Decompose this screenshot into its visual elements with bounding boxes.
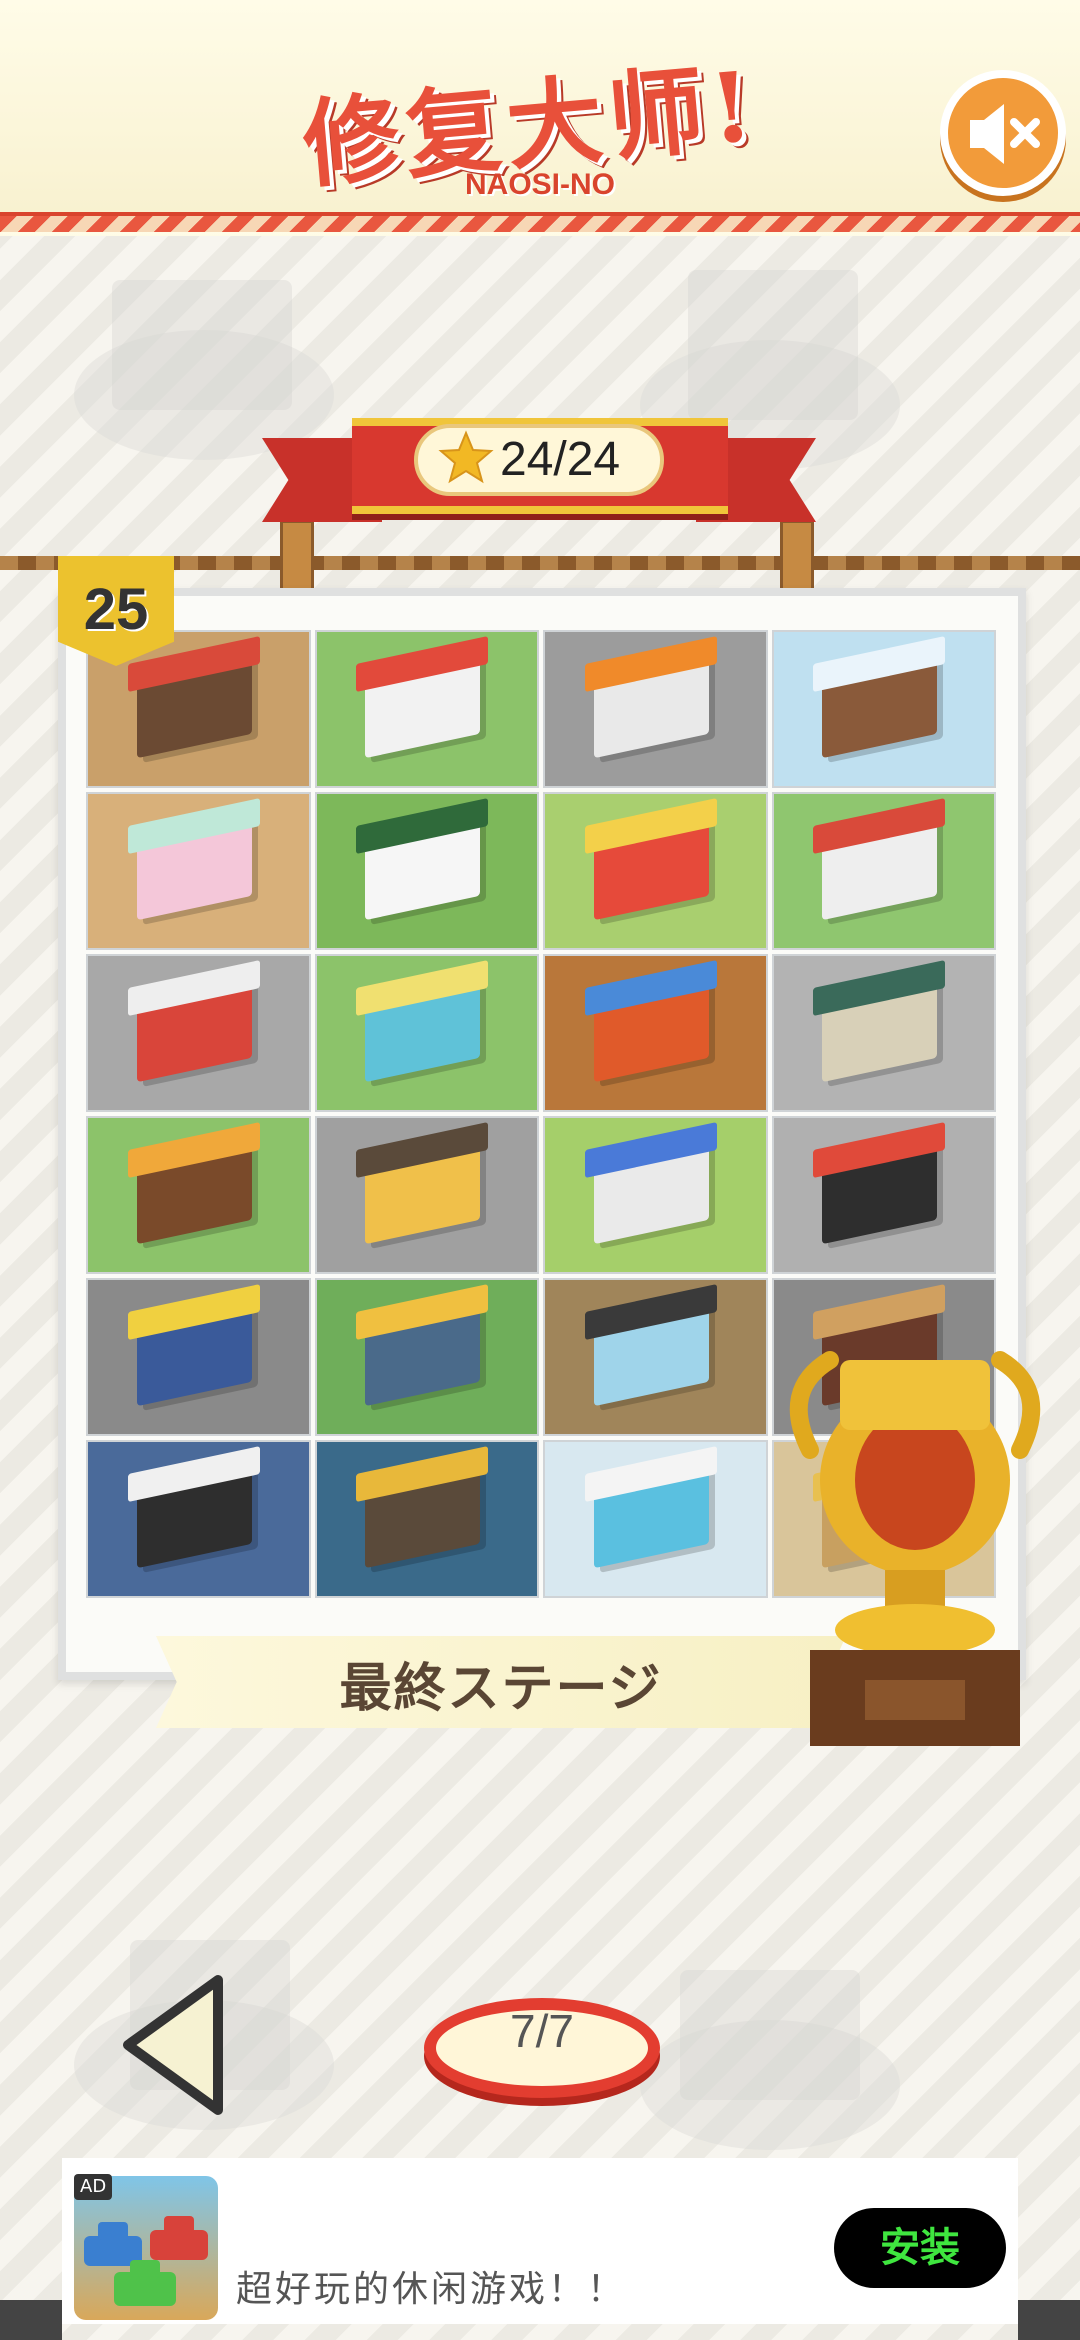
level-tile-claw-arcade[interactable]	[86, 792, 311, 950]
ghost-building	[112, 280, 292, 410]
trophy-icon	[789, 1351, 1041, 1746]
level-tile-pizza-bar[interactable]	[771, 1116, 996, 1274]
level-tile-cinema[interactable]	[86, 1440, 311, 1598]
level-tile-power-station[interactable]	[314, 954, 539, 1112]
level-tile-post-office[interactable]	[86, 954, 311, 1112]
level-tile-curry-shop[interactable]	[314, 1116, 539, 1274]
ad-side-bar-left	[0, 2300, 62, 2340]
star-count: 24/24	[500, 433, 621, 486]
star-icon	[438, 430, 494, 484]
level-tile-record-shop[interactable]	[314, 1440, 539, 1598]
game-subtitle: NAOSI-NO	[465, 168, 615, 201]
level-tile-log-house[interactable]	[86, 1116, 311, 1274]
level-tile-pool-park[interactable]	[543, 1440, 768, 1598]
page-number: 7/7	[510, 2005, 574, 2057]
ghost-building	[680, 1970, 860, 2100]
level-tile-burger-shop[interactable]	[314, 630, 539, 788]
level-number: 25	[83, 577, 149, 642]
level-tile-ice-cream-shop[interactable]	[771, 792, 996, 950]
install-button[interactable]: 安装	[834, 2208, 1006, 2288]
ad-badge: AD	[74, 2174, 113, 2200]
sound-toggle-button[interactable]	[940, 70, 1066, 196]
level-tile-night-market[interactable]	[543, 954, 768, 1112]
level-tile-convenience-store[interactable]	[771, 954, 996, 1112]
speaker-muted-icon	[970, 104, 1040, 164]
level-tile-japanese-cafe[interactable]	[314, 1278, 539, 1436]
prev-page-button[interactable]	[118, 1970, 228, 2120]
level-tile-circus-tent[interactable]	[543, 792, 768, 950]
ad-side-bar-right	[1018, 2300, 1080, 2340]
level-tile-bakery[interactable]	[543, 1116, 768, 1274]
header-stripe	[0, 212, 1080, 232]
ghost-building	[688, 270, 858, 420]
level-tile-police-station[interactable]	[86, 1278, 311, 1436]
level-tile-gas-station[interactable]	[543, 630, 768, 788]
level-tile-flower-shop[interactable]	[314, 792, 539, 950]
ad-text: 超好玩的休闲游戏！！	[236, 2269, 627, 2310]
stage-label: 最終ステージ	[339, 1659, 663, 1719]
level-tile-bank[interactable]	[543, 1278, 768, 1436]
level-tile-winter-cabin[interactable]	[771, 630, 996, 788]
